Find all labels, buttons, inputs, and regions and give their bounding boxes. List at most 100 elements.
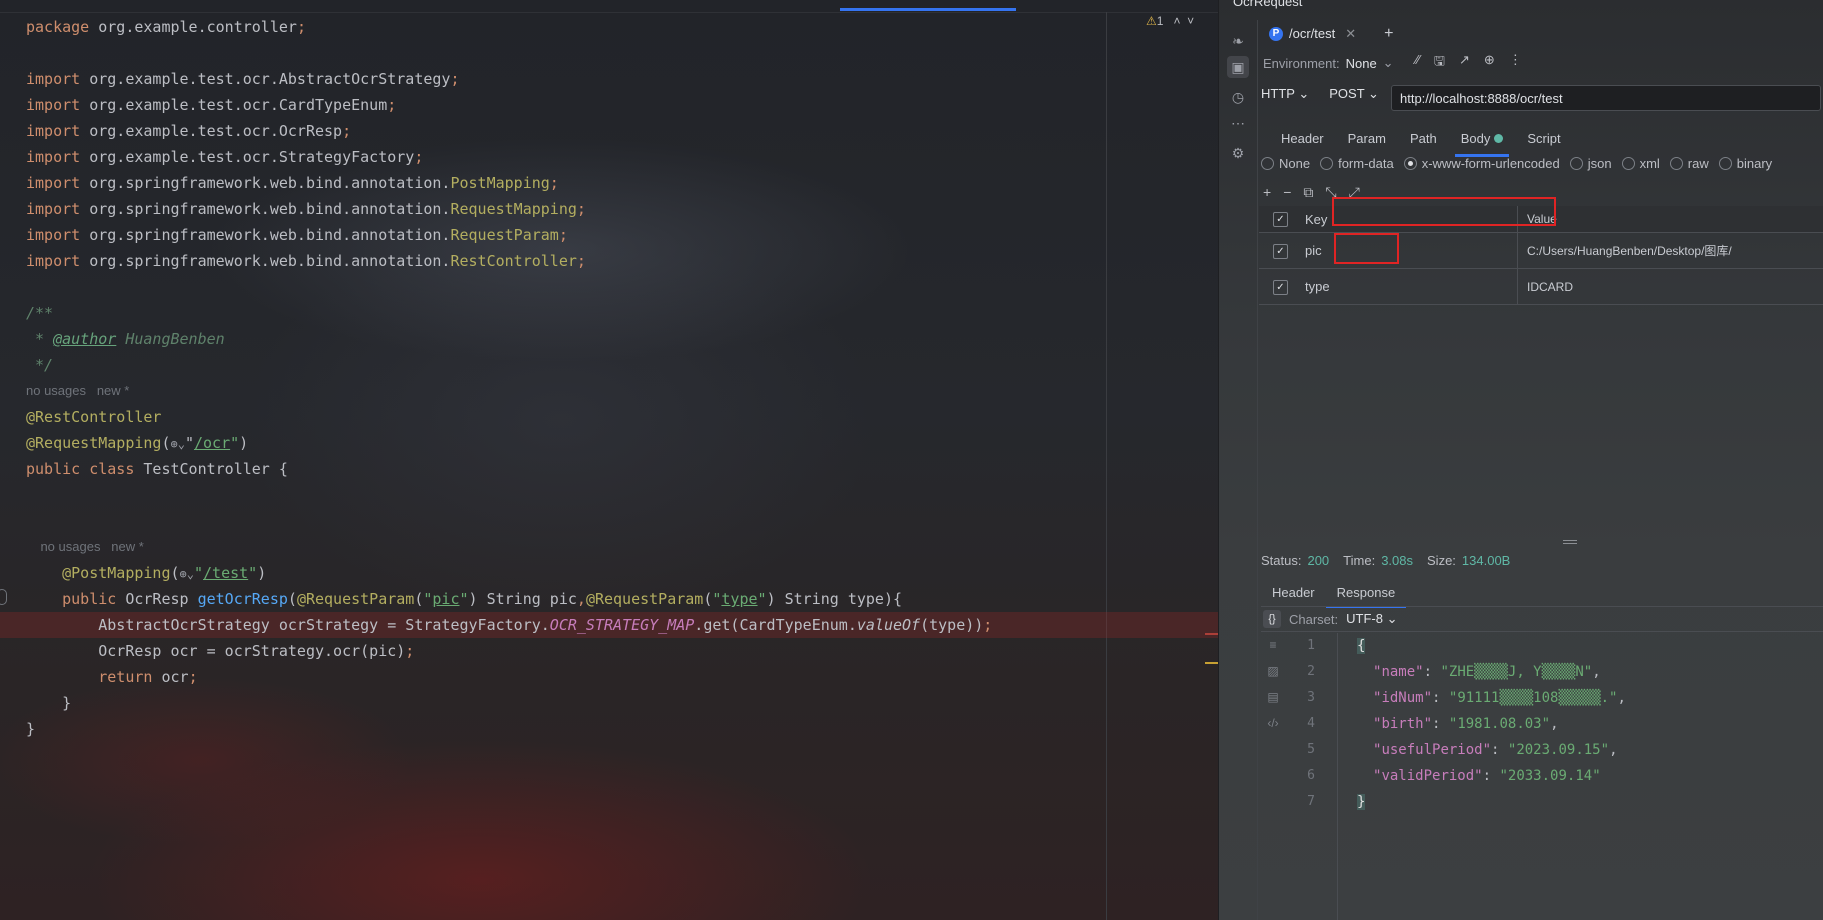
code-line: import org.example.test.ocr.AbstractOcrS… <box>26 66 1218 92</box>
usage-hint[interactable]: no usages new * <box>26 378 1218 404</box>
url-input[interactable]: http://localhost:8888/ocr/test <box>1391 85 1821 111</box>
comment-icon[interactable]: ⁄⁄ <box>1416 52 1420 74</box>
radio-label: raw <box>1687 156 1709 171</box>
copy-icon[interactable]: ⧉ <box>1303 184 1313 201</box>
radio-binary[interactable]: binary <box>1718 156 1772 171</box>
code-token: package <box>26 18 99 36</box>
usage-hint[interactable]: no usages new * <box>26 534 1218 560</box>
code-token: ; <box>450 70 460 88</box>
param-checkbox[interactable]: ✓ <box>1273 243 1288 259</box>
splitter-handle[interactable] <box>1563 540 1577 544</box>
tab-param[interactable]: Param <box>1336 126 1398 152</box>
format-icon[interactable]: {} <box>1263 610 1281 628</box>
code-editor[interactable]: ⚠1 ˄ ˅ package org.example.controller; im… <box>0 0 1218 920</box>
param-key[interactable]: type <box>1305 269 1330 304</box>
tab-script[interactable]: Script <box>1515 126 1572 152</box>
add-tab-icon[interactable]: + <box>1384 22 1393 46</box>
radio-x-www-form-urlencoded[interactable]: x-www-form-urlencoded <box>1403 156 1560 171</box>
tab-path[interactable]: Path <box>1398 126 1449 152</box>
tab-response-response[interactable]: Response <box>1325 580 1407 608</box>
radio-label: xml <box>1639 156 1660 171</box>
radio-circle <box>1621 157 1635 170</box>
remove-row-icon[interactable]: − <box>1283 184 1291 201</box>
code-line: import org.springframework.web.bind.anno… <box>26 222 1218 248</box>
tab-response-header[interactable]: Header <box>1261 580 1326 606</box>
protocol-select[interactable]: HTTP ⌄ <box>1261 86 1309 102</box>
code-token: ⊕⌄ <box>179 567 194 581</box>
code-line: } <box>26 716 1218 742</box>
request-icon[interactable]: ▣ <box>1227 56 1249 78</box>
image-icon[interactable]: ▨ <box>1261 658 1285 684</box>
code-icon[interactable]: ‹/› <box>1261 710 1285 736</box>
request-subtabs: Header Param Path Body Script <box>1269 126 1573 157</box>
tab-label: Header <box>1281 131 1324 146</box>
code-token: import <box>26 96 90 114</box>
json-value: " <box>1592 768 1601 784</box>
response-tabs: Header Response <box>1261 580 1407 608</box>
leaf-icon[interactable]: ❧ <box>1227 30 1249 52</box>
charset-value: UTF-8 <box>1346 611 1383 626</box>
response-body[interactable]: {"name": "ZHE▒▒▒▒J, Y▒▒▒▒N", "idNum": "91… <box>1323 633 1626 815</box>
tab-request[interactable]: P /ocr/test ✕ + <box>1269 22 1394 46</box>
radio-raw[interactable]: raw <box>1669 156 1709 171</box>
code-token: @PostMapping <box>62 564 171 582</box>
kebab-icon[interactable]: ⋮ <box>1509 52 1522 74</box>
param-checkbox[interactable]: ✓ <box>1273 279 1288 295</box>
param-key[interactable]: pic <box>1305 233 1322 268</box>
json-comma: , <box>1617 690 1626 706</box>
json-value: " <box>1600 742 1610 758</box>
tab-body[interactable]: Body <box>1449 126 1516 157</box>
share-icon[interactable]: ↗ <box>1459 52 1470 74</box>
code-token: ; <box>188 668 198 686</box>
method-value: POST <box>1329 86 1365 101</box>
code-token: ; <box>405 642 415 660</box>
code-token: PostMapping <box>450 174 550 192</box>
json-value-text: 2033.09.14 <box>1507 768 1593 784</box>
code-token: ; <box>576 252 586 270</box>
code-token: " <box>757 590 767 608</box>
environment-selector[interactable]: Environment: None ⌄ ⁄⁄ 🖫 ↗ ⊕ ⋮ <box>1263 52 1522 74</box>
radio-form-data[interactable]: form-data <box>1320 156 1394 171</box>
doc-icon[interactable]: ▤ <box>1261 684 1285 710</box>
panel-sidebar: ❧ ▣ ◷ ⋯ ⚙ <box>1219 20 1258 920</box>
radio-label: json <box>1587 156 1612 171</box>
radio-none[interactable]: None <box>1261 156 1310 171</box>
param-row[interactable]: ✓ type IDCARD <box>1259 269 1823 305</box>
target-icon[interactable]: ⊕ <box>1484 52 1495 74</box>
param-value[interactable]: IDCARD <box>1527 269 1573 304</box>
environment-value: None <box>1345 55 1377 71</box>
code-token: public <box>62 590 126 608</box>
wrap-icon[interactable]: ≡ <box>1261 632 1285 658</box>
tab-header[interactable]: Header <box>1269 126 1336 152</box>
json-value-text: 2023.09.15 <box>1516 742 1601 758</box>
settings-icon[interactable]: ⚙ <box>1227 142 1249 164</box>
gutter-marker-icon[interactable] <box>0 589 7 605</box>
code-token: @RequestParam <box>296 590 415 608</box>
code-token: (type)) <box>920 616 984 634</box>
save-icon[interactable]: 🖫 <box>1434 52 1445 74</box>
response-toolbar: ≡ ▨ ▤ ‹/› <box>1261 632 1285 736</box>
json-line: "name": "ZHE▒▒▒▒J, Y▒▒▒▒N", <box>1323 659 1626 685</box>
radio-xml[interactable]: xml <box>1621 156 1660 171</box>
close-icon[interactable]: ✕ <box>1345 22 1356 46</box>
method-select[interactable]: POST ⌄ <box>1329 86 1379 102</box>
json-brace: } <box>1357 794 1366 810</box>
history-icon[interactable]: ◷ <box>1227 86 1249 108</box>
code-lines[interactable]: package org.example.controller; import or… <box>0 14 1218 742</box>
radio-circle <box>1669 157 1683 170</box>
radio-json[interactable]: json <box>1569 156 1612 171</box>
code-token: org.springframework.web.bind.annotation. <box>89 174 451 192</box>
add-row-icon[interactable]: + <box>1263 184 1271 201</box>
param-value[interactable]: C:/Users/HuangBenben/Desktop/图库/ <box>1527 233 1732 268</box>
code-token: import <box>26 148 90 166</box>
tab-label: Param <box>1347 131 1386 146</box>
select-all-checkbox[interactable]: ✓ <box>1273 212 1288 227</box>
code-line: @PostMapping(⊕⌄"/test") <box>26 560 1218 586</box>
highlight-box-type <box>1334 233 1399 264</box>
json-key: " <box>1415 664 1424 680</box>
code-token: @RequestParam <box>585 590 704 608</box>
more-icon[interactable]: ⋯ <box>1227 112 1249 134</box>
charset-select[interactable]: UTF-8 ⌄ <box>1346 611 1397 627</box>
json-line: { <box>1323 633 1626 659</box>
